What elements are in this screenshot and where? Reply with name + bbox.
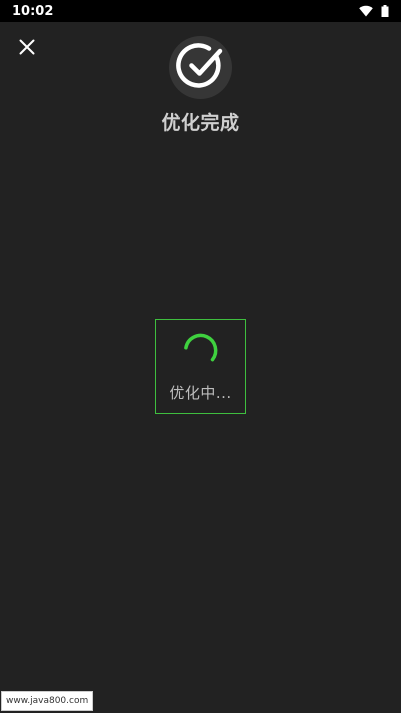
screen: 10:02 优化完成 优化中... www.java800.com <box>0 0 401 713</box>
page-title: 优化完成 <box>161 112 240 134</box>
loading-label: 优化中... <box>169 384 232 402</box>
close-icon <box>19 39 35 59</box>
watermark: www.java800.com <box>1 691 94 711</box>
status-icons <box>359 5 389 17</box>
close-button[interactable] <box>14 36 40 62</box>
status-time: 10:02 <box>12 3 54 19</box>
loading-dialog: 优化中... <box>155 319 246 414</box>
spinner-icon <box>181 330 221 374</box>
status-bar: 10:02 <box>0 0 401 22</box>
check-circle-icon <box>175 41 226 95</box>
wifi-icon <box>359 5 373 17</box>
check-badge <box>169 36 232 99</box>
battery-icon <box>381 5 389 17</box>
